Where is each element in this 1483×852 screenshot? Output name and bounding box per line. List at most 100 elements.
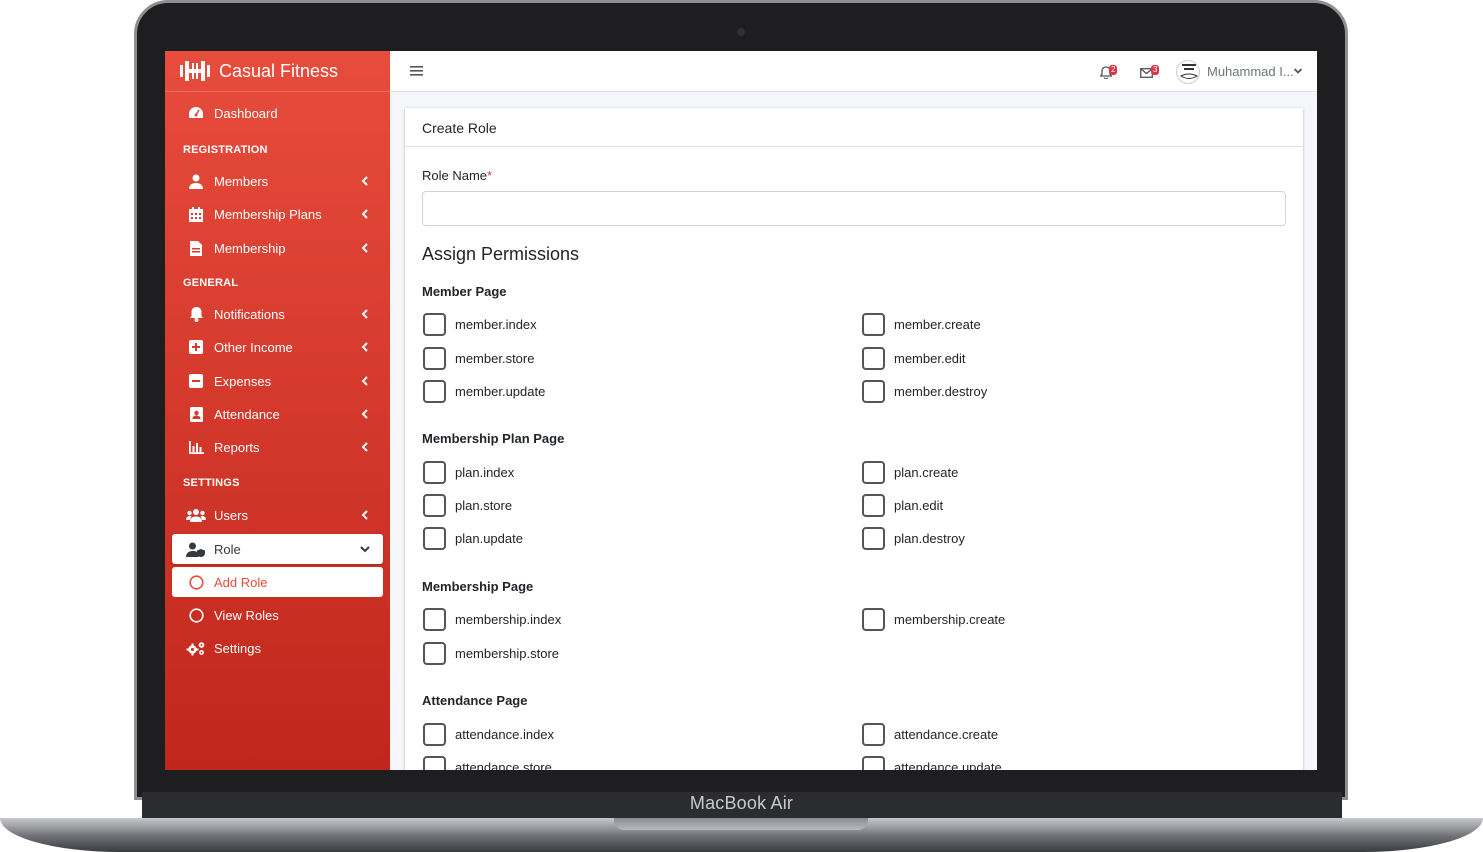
- user-avatar[interactable]: [1176, 60, 1200, 84]
- chevron-left-icon: [361, 209, 368, 219]
- hamburger-menu-icon[interactable]: [410, 64, 423, 77]
- permission-plan-update[interactable]: plan.update: [423, 527, 523, 550]
- checkbox[interactable]: [862, 608, 885, 631]
- brand[interactable]: Casual Fitness: [165, 51, 390, 92]
- sidebar-label-dashboard: Dashboard: [214, 105, 278, 121]
- sidebar-item-reports[interactable]: Reports: [172, 432, 383, 462]
- sidebar-item-other-income[interactable]: Other Income: [172, 332, 383, 362]
- checkbox[interactable]: [862, 527, 885, 550]
- permission-member-destroy[interactable]: member.destroy: [862, 380, 987, 403]
- messages-count-badge: 3: [1151, 65, 1160, 75]
- checkbox[interactable]: [423, 494, 446, 517]
- permission-membership-store[interactable]: membership.store: [423, 642, 559, 665]
- sidebar: Casual Fitness Dashboard REGISTRATION Me…: [165, 51, 390, 770]
- sidebar-item-view-roles[interactable]: View Roles: [172, 600, 383, 630]
- bar-chart-icon: [186, 439, 206, 455]
- permission-label: member.edit: [894, 351, 966, 366]
- circle-outline-icon: [186, 574, 206, 590]
- users-icon: [186, 507, 206, 523]
- checkbox[interactable]: [423, 313, 446, 336]
- sidebar-label-settings: Settings: [214, 640, 261, 656]
- chevron-left-icon: [361, 442, 368, 452]
- laptop-notch: [614, 818, 868, 830]
- permission-plan-index[interactable]: plan.index: [423, 461, 514, 484]
- permission-label: attendance.index: [455, 727, 555, 742]
- permission-plan-store[interactable]: plan.store: [423, 494, 512, 517]
- sidebar-item-notifications[interactable]: Notifications: [172, 299, 383, 329]
- sidebar-item-dashboard[interactable]: Dashboard: [172, 98, 383, 128]
- checkbox[interactable]: [423, 527, 446, 550]
- notifications-button[interactable]: 2: [1100, 63, 1124, 81]
- minus-square-icon: [186, 373, 206, 389]
- permission-label: plan.edit: [894, 498, 944, 513]
- user-name[interactable]: Muhammad I...: [1207, 64, 1294, 79]
- group-title-membership-page: Membership Page: [422, 579, 534, 594]
- permission-label: membership.create: [894, 612, 1006, 627]
- chevron-left-icon: [361, 409, 368, 419]
- user-icon: [186, 173, 206, 189]
- checkbox[interactable]: [423, 756, 446, 770]
- required-mark: *: [487, 168, 493, 183]
- checkbox[interactable]: [423, 461, 446, 484]
- checkbox[interactable]: [423, 380, 446, 403]
- sidebar-item-members[interactable]: Members: [172, 166, 383, 196]
- sidebar-label-membership: Membership: [214, 240, 286, 256]
- sidebar-label-users: Users: [214, 507, 248, 523]
- address-book-icon: [186, 406, 206, 422]
- sidebar-label-attendance: Attendance: [214, 406, 280, 422]
- checkbox[interactable]: [862, 756, 885, 770]
- checkbox[interactable]: [862, 347, 885, 370]
- sidebar-label-reports: Reports: [214, 439, 260, 455]
- sidebar-item-membership[interactable]: Membership: [172, 233, 383, 263]
- checkbox[interactable]: [423, 347, 446, 370]
- messages-button[interactable]: 3: [1140, 63, 1166, 81]
- permission-member-edit[interactable]: member.edit: [862, 347, 966, 370]
- permission-label: plan.create: [894, 465, 959, 480]
- permission-label: plan.index: [455, 465, 515, 480]
- checkbox[interactable]: [862, 313, 885, 336]
- permission-member-create[interactable]: member.create: [862, 313, 981, 336]
- sidebar-label-expenses: Expenses: [214, 373, 272, 389]
- permission-member-store[interactable]: member.store: [423, 347, 534, 370]
- checkbox[interactable]: [862, 494, 885, 517]
- permission-attendance-store[interactable]: attendance.store: [423, 756, 552, 770]
- chevron-left-icon: [361, 176, 368, 186]
- permission-membership-index[interactable]: membership.index: [423, 608, 561, 631]
- checkbox[interactable]: [423, 642, 446, 665]
- role-name-label-text: Role Name: [422, 168, 488, 183]
- permission-label: attendance.create: [894, 727, 999, 742]
- permission-plan-destroy[interactable]: plan.destroy: [862, 527, 965, 550]
- permission-plan-edit[interactable]: plan.edit: [862, 494, 943, 517]
- file-icon: [186, 240, 206, 256]
- permission-label: member.update: [455, 384, 546, 399]
- checkbox[interactable]: [862, 461, 885, 484]
- permission-member-update[interactable]: member.update: [423, 380, 545, 403]
- chevron-down-icon[interactable]: [1293, 66, 1303, 76]
- role-name-input[interactable]: [422, 191, 1286, 226]
- permission-member-index[interactable]: member.index: [423, 313, 537, 336]
- device-label: MacBook Air: [689, 793, 794, 813]
- checkbox[interactable]: [862, 723, 885, 746]
- sidebar-item-expenses[interactable]: Expenses: [172, 366, 383, 396]
- sidebar-item-attendance[interactable]: Attendance: [172, 399, 383, 429]
- sidebar-item-users[interactable]: Users: [172, 500, 383, 530]
- permission-label: plan.destroy: [894, 531, 965, 546]
- topbar: 2 3 Muhammad I...: [390, 51, 1317, 92]
- brand-name: Casual Fitness: [219, 60, 339, 81]
- permission-attendance-create[interactable]: attendance.create: [862, 723, 998, 746]
- sidebar-item-settings[interactable]: Settings: [172, 633, 383, 663]
- permission-label: member.store: [455, 351, 535, 366]
- checkbox[interactable]: [862, 380, 885, 403]
- permission-attendance-index[interactable]: attendance.index: [423, 723, 554, 746]
- checkbox[interactable]: [423, 608, 446, 631]
- permission-membership-create[interactable]: membership.create: [862, 608, 1005, 631]
- permission-plan-create[interactable]: plan.create: [862, 461, 958, 484]
- sidebar-item-add-role[interactable]: Add Role: [172, 567, 383, 597]
- permission-attendance-update[interactable]: attendance.update: [862, 756, 1002, 770]
- chevron-left-icon: [361, 510, 368, 520]
- permission-label: attendance.update: [894, 760, 1002, 770]
- checkbox[interactable]: [423, 723, 446, 746]
- sidebar-item-membership-plans[interactable]: Membership Plans: [172, 199, 383, 229]
- section-general: GENERAL: [183, 277, 239, 289]
- sidebar-item-role[interactable]: Role: [172, 534, 383, 564]
